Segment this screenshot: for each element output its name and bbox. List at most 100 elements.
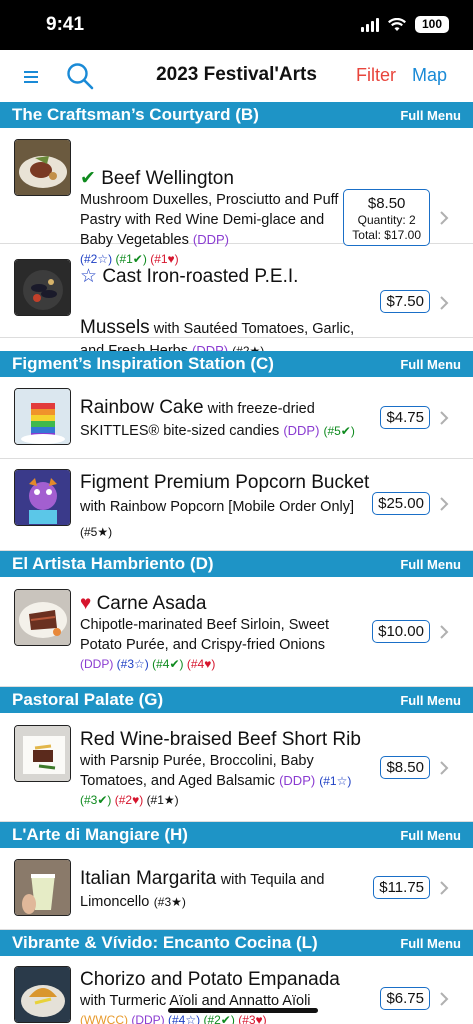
price-value: $11.75 (379, 879, 424, 896)
section-header: Pastoral Palate (G) Full Menu (0, 687, 473, 713)
price-value: $10.00 (378, 623, 424, 640)
wifi-icon (388, 17, 406, 31)
section-title: Figment’s Inspiration Station (C) (12, 354, 274, 373)
list-item[interactable]: ✔ Beef Wellington Mushroom Duxelles, Pro… (0, 128, 473, 266)
price-value: $4.75 (386, 409, 424, 426)
map-button[interactable]: Map (412, 65, 447, 86)
rating-badges: (#3✔) (#2♥) (#1★) (80, 793, 179, 807)
status-bar: 9:41 100 (0, 0, 473, 50)
item-text: Figment Premium Popcorn Bucket with Rain… (80, 471, 370, 542)
price-value: $8.50 (367, 195, 406, 212)
section-header: El Artista Hambriento (D) Full Menu (0, 551, 473, 577)
chevron-right-icon (440, 211, 449, 225)
list-item[interactable]: Red Wine-braised Beef Short Rib with Par… (0, 713, 473, 822)
search-icon[interactable] (66, 62, 94, 90)
total-label: Total: $17.00 (352, 228, 421, 242)
nav-bar: 2023 Festival'Arts Filter Map (0, 50, 473, 102)
item-text: Rainbow Cake with freeze-dried SKITTLES®… (80, 397, 373, 442)
chevron-right-icon (440, 625, 449, 639)
item-text: Chorizo and Potato Empanada with Turmeri… (80, 968, 375, 1024)
item-desc: Mushroom Duxelles, Prosciutto and Puff P… (80, 192, 339, 248)
price-box[interactable]: $6.75 (380, 987, 430, 1010)
food-thumbnail (14, 589, 71, 646)
rating-badges: (DDP) (#3☆) (#4✔) (#4♥) (80, 657, 216, 671)
food-thumbnail (14, 859, 71, 916)
food-thumbnail (14, 966, 71, 1023)
item-name: Italian Margarita (80, 868, 217, 889)
full-menu-link[interactable]: Full Menu (400, 357, 461, 372)
item-desc-wrap: Mussels (80, 288, 370, 311)
cellular-signal-icon (361, 17, 379, 32)
item-name: Red Wine-braised Beef Short Rib (80, 729, 361, 750)
food-thumbnail (14, 388, 71, 445)
item-name: Chorizo and Potato Empanada (80, 969, 340, 990)
status-time: 9:41 (46, 14, 85, 35)
chevron-right-icon (440, 497, 449, 511)
item-desc: with Rainbow Popcorn [Mobile Order Only] (80, 499, 355, 515)
price-box[interactable]: $7.50 (380, 290, 430, 313)
price-box[interactable]: $10.00 (372, 620, 430, 643)
quantity-label: Quantity: 2 (357, 213, 416, 227)
price-box[interactable]: $8.50 (380, 756, 430, 779)
item-desc: Rainbow Cake with freeze-dried SKITTLES®… (80, 397, 355, 439)
section-title: El Artista Hambriento (D) (12, 554, 214, 573)
price-box[interactable]: $4.75 (380, 406, 430, 429)
battery-icon: 100 (415, 16, 449, 33)
item-text: Red Wine-braised Beef Short Rib with Par… (80, 728, 370, 809)
item-name: ✔ Beef Wellington (80, 168, 234, 189)
chevron-right-icon (440, 411, 449, 425)
food-thumbnail (14, 469, 71, 526)
rating-badges: (#5✔) (323, 424, 355, 438)
chevron-right-icon (440, 992, 449, 1006)
food-thumbnail (14, 725, 71, 782)
item-text: ☆ Cast Iron-roasted P.E.I. (80, 265, 369, 288)
section-title: L'Arte di Mangiare (H) (12, 825, 188, 844)
full-menu-link[interactable]: Full Menu (400, 936, 461, 951)
list-item[interactable]: Rainbow Cake with freeze-dried SKITTLES®… (0, 377, 473, 459)
chevron-right-icon (440, 296, 449, 310)
full-menu-link[interactable]: Full Menu (400, 108, 461, 123)
home-indicator (168, 1008, 318, 1013)
full-menu-link[interactable]: Full Menu (400, 828, 461, 843)
section-title: Vibrante & Vívido: Encanto Cocina (L) (12, 933, 318, 952)
rating-badges: (#5★) (80, 525, 113, 539)
item-name: Rainbow Cake (80, 397, 204, 418)
check-icon: ✔ (80, 168, 96, 189)
filter-button[interactable]: Filter (356, 65, 396, 86)
item-name: ♥ Carne Asada (80, 593, 207, 614)
price-box[interactable]: $25.00 (372, 492, 430, 515)
full-menu-link[interactable]: Full Menu (400, 557, 461, 572)
food-thumbnail (14, 139, 71, 196)
item-text: Italian Margarita with Tequila and Limon… (80, 868, 370, 913)
item-desc: with Parsnip Purée, Broccolini, Baby Tom… (80, 753, 352, 789)
menu-icon[interactable] (24, 71, 38, 83)
heart-icon: ♥ (80, 593, 92, 614)
item-text: ♥ Carne Asada Chipotle-marinated Beef Si… (80, 592, 370, 673)
section-header: L'Arte di Mangiare (H) Full Menu (0, 822, 473, 848)
price-box[interactable]: $8.50 Quantity: 2 Total: $17.00 (343, 189, 430, 246)
rating-badges: (#3★) (153, 895, 186, 909)
item-desc: Chipotle-marinated Beef Sirloin, Sweet P… (80, 617, 330, 653)
item-name: Figment Premium Popcorn Bucket (80, 472, 370, 493)
list-item[interactable]: ♥ Carne Asada Chipotle-marinated Beef Si… (0, 577, 473, 687)
section-title: Pastoral Palate (G) (12, 690, 164, 709)
chevron-right-icon (440, 881, 449, 895)
section-title: The Craftsman’s Courtyard (B) (12, 105, 259, 124)
list-item[interactable]: Figment Premium Popcorn Bucket with Rain… (0, 459, 473, 551)
star-outline-icon: ☆ (80, 266, 98, 287)
section-header: Figment’s Inspiration Station (C) Full M… (0, 351, 473, 377)
list-item[interactable]: Chorizo and Potato Empanada with Turmeri… (0, 956, 473, 1024)
ddp-tag: (DDP) (283, 423, 320, 438)
food-thumbnail (14, 259, 71, 316)
price-value: $7.50 (386, 293, 424, 310)
section-header: The Craftsman’s Courtyard (B) Full Menu (0, 102, 473, 128)
price-box[interactable]: $11.75 (373, 876, 430, 899)
price-value: $6.75 (386, 990, 424, 1007)
price-value: $8.50 (386, 759, 424, 776)
chevron-right-icon (440, 761, 449, 775)
status-icons: 100 (361, 16, 449, 33)
list-item[interactable]: Italian Margarita with Tequila and Limon… (0, 848, 473, 930)
item-name-tail: Mussels (80, 317, 150, 338)
full-menu-link[interactable]: Full Menu (400, 693, 461, 708)
price-value: $25.00 (378, 495, 424, 512)
